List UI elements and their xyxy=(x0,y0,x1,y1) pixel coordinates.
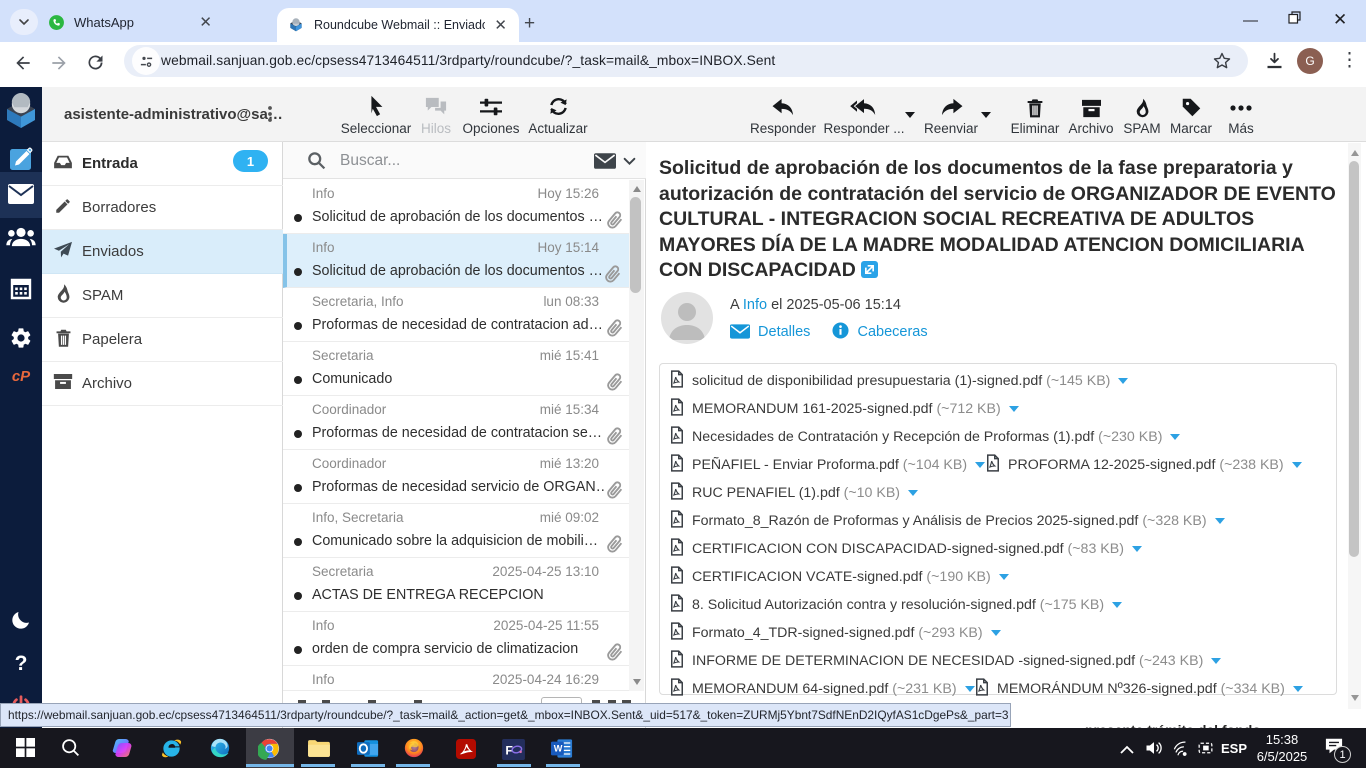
svg-text:W: W xyxy=(554,744,563,754)
